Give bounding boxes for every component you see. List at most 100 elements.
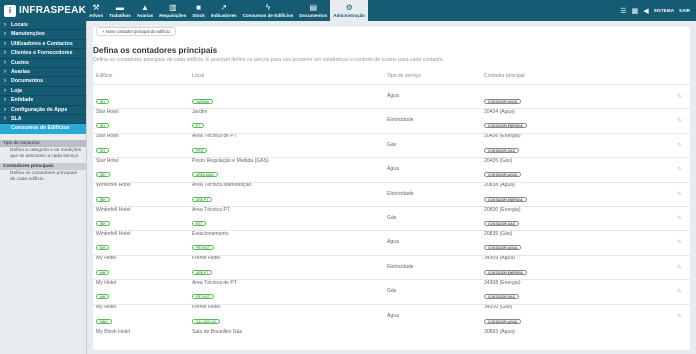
edit-icon[interactable]: ✎ (677, 117, 682, 124)
nav-item-trabalhos[interactable]: ▬ Trabalhos (106, 0, 134, 21)
column-header-meter: Contador principal (484, 73, 525, 79)
edit-icon[interactable]: ✎ (677, 313, 682, 320)
box-icon: ■ (196, 2, 201, 12)
place-code-badge: ARE.PT (192, 196, 213, 202)
sidebar: LocaisManutençõesUtilizadores e Contacto… (0, 21, 87, 354)
submenu-description: Defina a categoria e as medições que se … (10, 147, 82, 159)
place-code-badge: JARDIM (192, 99, 213, 104)
edit-icon[interactable]: ✎ (677, 166, 682, 173)
sidebar-item-locais[interactable]: Locais (0, 21, 86, 31)
table-row: SH Star Hotel PT Área Técnica de PT Eletrici… (93, 108, 690, 139)
table-row: MH My Hotel ARE.PT Área Técnica de PT Eletri… (93, 254, 690, 286)
building-code-badge: MBH (96, 318, 112, 324)
service-type: Eletricidade (387, 263, 414, 270)
nav-item-label: Consumos de Edifícios (242, 12, 294, 18)
submenu-contadores-principais[interactable]: Contadores principais (0, 162, 86, 170)
nav-item-consumos-de-edificios[interactable]: ϟ Consumos de Edifícios (240, 0, 297, 21)
new-meter-button[interactable]: + Novo contador principal do edifício (96, 27, 176, 36)
submenu-tipo-de-consumo[interactable]: Tipo de consumo (0, 139, 86, 147)
column-header-building: Edifício (96, 73, 113, 79)
nav-item-label: Stock (192, 12, 205, 18)
place-cell: SAL.BOILAS Sala de Boueilles Gás (192, 310, 242, 335)
bolt-icon: ϟ (265, 2, 271, 12)
nav-item-documentos[interactable]: ▤ Documentos (296, 0, 330, 21)
table-row: SH Star Hotel JARDIM Jardim Água CONTADOR.AGU… (93, 84, 690, 115)
briefcase-icon: ▬ (115, 2, 124, 12)
service-type: Gás (387, 288, 397, 295)
sidebar-item-avarias[interactable]: Avarias (0, 67, 86, 78)
nav-item-requisicoes[interactable]: ▥ Requisições (156, 0, 189, 21)
logo-text: INFRASPEAK (18, 5, 86, 16)
place-code-badge: FRT.HOT (192, 245, 214, 251)
table-row: WH Winterfell Hotel ARE.PT Área Técnica PT E… (93, 181, 690, 213)
table-row: WH Winterfell Hotel AREA.MAN Área Técnica M… (93, 157, 690, 188)
meter-code-badge: CONTADOR.AGUA (484, 245, 522, 251)
service-type: Água (387, 239, 399, 246)
sidebar-item-custos[interactable]: Custos (0, 58, 86, 68)
user-menu[interactable]: SISTEMA (654, 8, 674, 13)
table-row: WH Winterfell Hotel EST Estacionamento Gás CO… (93, 206, 690, 237)
sidebar-item-manutencoes[interactable]: Manutenções (0, 30, 86, 40)
sidebar-item-sla[interactable]: SLA (0, 114, 86, 125)
building-code-badge: MH (96, 269, 110, 275)
nav-item-stock[interactable]: ■ Stock (189, 0, 208, 21)
service-type: Gás (387, 215, 397, 221)
service-type: Eletricidade (387, 190, 414, 197)
service-type: Água (387, 93, 399, 99)
nav-item-indicadores[interactable]: ↗ Indicadores (208, 0, 240, 21)
building-code-badge: SH (96, 147, 109, 153)
building-code-badge: MH (96, 245, 110, 251)
table-row: MH My Hotel FRT.HOT Frente Hotel Gás CONTADOR… (93, 279, 690, 310)
building-code-badge: MH (96, 294, 110, 300)
sidebar-menu: LocaisManutençõesUtilizadores e Contacto… (0, 21, 86, 134)
meter-code-badge: CONTADOR.GAS (484, 221, 519, 226)
meter-code-badge: CONTADOR.AGUA (484, 99, 522, 104)
place-code-badge: EST (192, 221, 207, 226)
nav-item-avarias[interactable]: ▲ Avarias (134, 0, 156, 21)
edit-icon[interactable]: ✎ (677, 93, 682, 100)
column-header-service: Tipo de serviço (387, 73, 421, 79)
nav-item-label: Requisições (159, 12, 187, 18)
logo[interactable]: i INFRASPEAK (0, 0, 86, 21)
cart-icon: ▥ (168, 2, 177, 12)
building-code-badge: SH (96, 123, 109, 129)
sidebar-item-documentos[interactable]: Documentos (0, 77, 86, 87)
calendar-icon[interactable]: ▦ (632, 7, 639, 15)
megaphone-icon[interactable]: ◀ (643, 7, 648, 15)
sidebar-item-loja[interactable]: Loja (0, 86, 86, 97)
edit-icon[interactable]: ✎ (677, 288, 682, 295)
edit-icon[interactable]: ✎ (677, 239, 682, 246)
gears-icon: ⚙ (345, 2, 353, 12)
building-code-badge: SH (96, 99, 109, 104)
list-icon[interactable]: ☰ (620, 7, 626, 15)
place-code-badge: ARE.PT (192, 269, 213, 275)
edit-icon[interactable]: ✎ (677, 191, 682, 198)
logout-link[interactable]: SAIR (679, 8, 690, 13)
sidebar-item-utilizadores-e-contactos[interactable]: Utilizadores e Contactos (0, 39, 86, 50)
meter-code-badge: CONTADOR.ENERGIA (484, 123, 527, 129)
column-header-place: Local (192, 73, 204, 79)
building-code-badge: WH (96, 196, 110, 202)
place-code-badge: FRT.HOT (192, 294, 214, 300)
nav-item-label: Indicadores (210, 12, 237, 18)
meter-code-badge: CONTADOR.ENERGIA (484, 196, 527, 202)
top-right-controls: ☰ ▦ ◀ SISTEMA SAIR (620, 0, 696, 21)
nav-item-administracao[interactable]: ⚙ Administração (330, 0, 369, 21)
sidebar-item-clientes-e-fornecedores[interactable]: Clientes e Fornecedores (0, 49, 86, 59)
place-code-badge: SAL.BOILAS (192, 318, 220, 324)
nav-item-label: Ativos (89, 12, 104, 18)
edit-icon[interactable]: ✎ (677, 264, 682, 271)
main-nav: ⚒ Ativos ▬ Trabalhos ▲ Avarias ▥ Requisições ■ St… (86, 0, 369, 21)
meter-code-badge: CONTADOR.AGUA (484, 318, 522, 324)
nav-item-ativos[interactable]: ⚒ Ativos (86, 0, 106, 21)
nav-item-label: Administração (333, 12, 366, 18)
edit-icon[interactable]: ✎ (677, 142, 682, 149)
nav-item-label: Documentos (299, 12, 328, 18)
sidebar-item-entidade[interactable]: Entidade (0, 96, 86, 106)
page-title: Defina os contadores principais (93, 46, 218, 55)
sidebar-item-configuracao-de-apps[interactable]: Configuração de Apps (0, 105, 86, 115)
sidebar-item-consumos-de-edificios[interactable]: Consumos de Edifícios (0, 124, 86, 134)
edit-icon[interactable]: ✎ (677, 215, 682, 222)
place-code-badge: AREA.MAN (192, 172, 218, 178)
meter-cell: CONTADOR.AGUA 30893 (Água) (484, 310, 522, 335)
